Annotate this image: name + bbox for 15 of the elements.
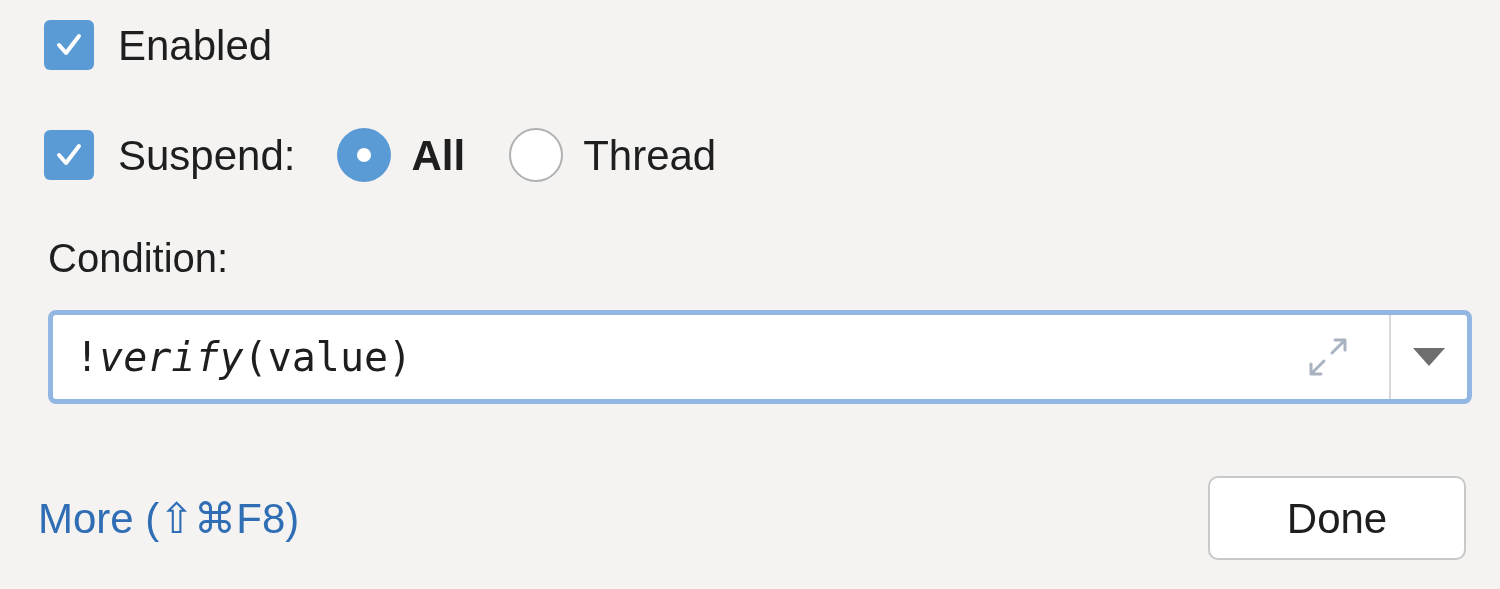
- field-label: Condition:: [48, 235, 229, 282]
- checkbox-label: Suspend:: [118, 130, 296, 181]
- more-link[interactable]: More (⇧⌘F8): [38, 486, 300, 550]
- radio-label: Thread: [583, 130, 717, 181]
- radio-label: All: [411, 130, 466, 181]
- expand-icon[interactable]: [1307, 336, 1349, 378]
- checkbox-label: Enabled: [118, 20, 273, 71]
- checkbox[interactable]: [44, 130, 94, 180]
- dropdown-caret-icon[interactable]: [1413, 348, 1445, 366]
- radio-button[interactable]: [509, 128, 564, 182]
- radio-button[interactable]: [337, 128, 392, 182]
- done-button[interactable]: Done: [1208, 476, 1466, 560]
- checkbox[interactable]: [44, 20, 94, 70]
- condition-value: !verify(value): [75, 333, 414, 382]
- condition-field[interactable]: !verify(value): [48, 310, 1472, 404]
